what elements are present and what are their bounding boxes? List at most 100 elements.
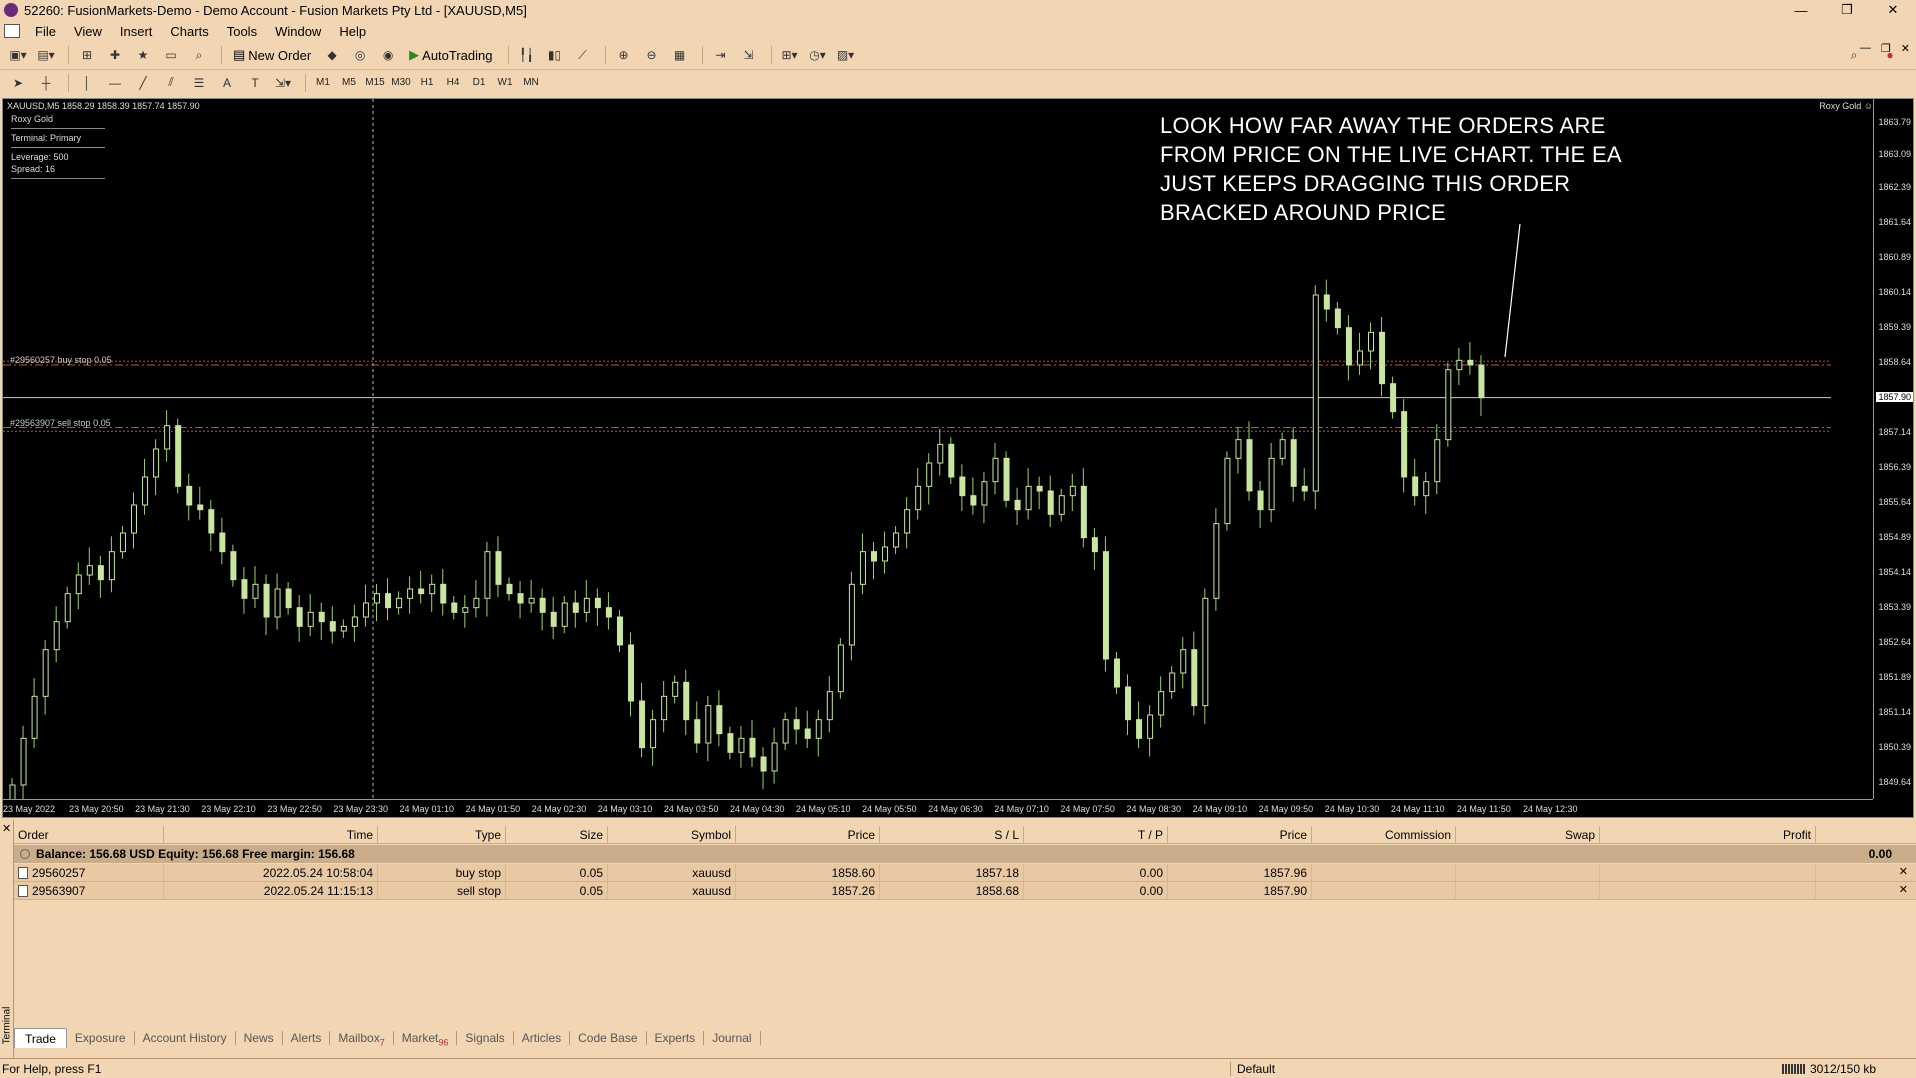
column-header[interactable]: T / P (1024, 826, 1168, 843)
timeframe-m15[interactable]: M15 (364, 72, 386, 94)
candlestick-plot[interactable] (3, 99, 1873, 799)
autotrading-button[interactable]: ▶ AutoTrading (404, 44, 497, 66)
candle-body (937, 443, 944, 464)
tab-code-base[interactable]: Code Base (570, 1031, 647, 1045)
time-tick-label: 24 May 10:30 (1324, 804, 1380, 814)
indicators-icon[interactable]: ⊞▾ (778, 44, 802, 66)
notifications-icon[interactable]: ● (1878, 44, 1902, 66)
column-header[interactable]: Time (164, 826, 378, 843)
equidistant-channel-icon[interactable]: ⫽ (159, 72, 183, 94)
navigator-icon[interactable]: ★ (131, 44, 155, 66)
new-chart-icon[interactable]: ▣▾ (6, 44, 30, 66)
order-row[interactable]: 29563907 2022.05.24 11:15:13 sell stop 0.05… (14, 882, 1916, 900)
profiles-icon[interactable]: ▤▾ (34, 44, 58, 66)
column-header[interactable]: Order (14, 826, 164, 843)
text-label-icon[interactable]: T (243, 72, 267, 94)
menu-tools[interactable]: Tools (218, 24, 266, 39)
cursor-icon[interactable]: ➤ (6, 72, 30, 94)
candle-body (1301, 485, 1308, 492)
menu-view[interactable]: View (65, 24, 111, 39)
chart-shift-icon[interactable]: ⇥ (709, 44, 733, 66)
tab-articles[interactable]: Articles (514, 1031, 571, 1045)
timeframe-m1[interactable]: M1 (312, 72, 334, 94)
tab-exposure[interactable]: Exposure (67, 1031, 135, 1045)
menu-window[interactable]: Window (266, 24, 330, 39)
horizontal-line-icon[interactable]: — (103, 72, 127, 94)
delete-order-icon[interactable]: ✕ (1899, 883, 1908, 896)
delete-order-icon[interactable]: ✕ (1899, 865, 1908, 878)
tab-trade[interactable]: Trade (14, 1028, 67, 1048)
vps-icon[interactable]: ◉ (376, 44, 400, 66)
menu-charts[interactable]: Charts (161, 24, 217, 39)
tab-journal[interactable]: Journal (704, 1031, 761, 1045)
tab-label: Trade (25, 1032, 56, 1046)
column-header[interactable]: S / L (880, 826, 1024, 843)
column-header[interactable]: Price (1168, 826, 1312, 843)
zoom-in-icon[interactable]: ⊕ (612, 44, 636, 66)
timeframe-mn[interactable]: MN (520, 72, 542, 94)
metaeditor-icon[interactable]: ◆ (320, 44, 344, 66)
tab-news[interactable]: News (236, 1031, 283, 1045)
column-header[interactable]: Type (378, 826, 506, 843)
order-row[interactable]: 29560257 2022.05.24 10:58:04 buy stop 0.05 x… (14, 864, 1916, 882)
terminal-icon[interactable]: ▭ (159, 44, 183, 66)
tile-windows-icon[interactable]: ▦ (668, 44, 692, 66)
tab-label: Signals (465, 1031, 505, 1045)
tab-label: Mailbox (338, 1031, 380, 1045)
vertical-line-icon[interactable]: │ (75, 72, 99, 94)
candle-body (373, 593, 380, 604)
line-chart-icon[interactable]: ⟋ (571, 44, 595, 66)
close-window-button[interactable]: ✕ (1870, 0, 1916, 20)
column-header[interactable]: Swap (1456, 826, 1600, 843)
fibonacci-icon[interactable]: ☰ (187, 72, 211, 94)
column-header[interactable]: Size (506, 826, 608, 843)
candle-body (252, 583, 259, 599)
tab-experts[interactable]: Experts (647, 1031, 705, 1045)
autoscroll-icon[interactable]: ⇲ (737, 44, 761, 66)
candle-body (274, 588, 281, 618)
chart-window-icon[interactable] (4, 24, 20, 38)
periods-icon[interactable]: ◷▾ (806, 44, 830, 66)
crosshair-icon[interactable]: ┼ (34, 72, 58, 94)
menu-insert[interactable]: Insert (111, 24, 162, 39)
bar-chart-icon[interactable]: ╿╽ (515, 44, 539, 66)
arrows-icon[interactable]: ⇲▾ (271, 72, 295, 94)
timeframe-w1[interactable]: W1 (494, 72, 516, 94)
timeframe-h1[interactable]: H1 (416, 72, 438, 94)
menu-file[interactable]: File (26, 24, 65, 39)
menu-help[interactable]: Help (330, 24, 375, 39)
strategy-tester-icon[interactable]: ⌕ (187, 44, 211, 66)
tab-signals[interactable]: Signals (457, 1031, 514, 1045)
candle-body (826, 691, 833, 721)
tab-market[interactable]: Market96 (394, 1031, 458, 1047)
signals-icon[interactable]: ◎ (348, 44, 372, 66)
column-header[interactable]: Price (736, 826, 880, 843)
candle-body (1356, 350, 1363, 366)
candle-body (318, 611, 325, 623)
column-header[interactable]: Profit (1600, 826, 1816, 843)
zoom-out-icon[interactable]: ⊖ (640, 44, 664, 66)
column-header[interactable]: Symbol (608, 826, 736, 843)
restore-button[interactable]: ❐ (1824, 0, 1870, 20)
timeframe-d1[interactable]: D1 (468, 72, 490, 94)
templates-icon[interactable]: ▨▾ (834, 44, 858, 66)
data-window-icon[interactable]: ✚ (103, 44, 127, 66)
timeframe-h4[interactable]: H4 (442, 72, 464, 94)
candle-body (340, 625, 347, 632)
search-icon[interactable]: ⌕ (1842, 44, 1866, 66)
price-chart[interactable]: XAUUSD,M5 1858.29 1858.39 1857.74 1857.9… (2, 98, 1914, 818)
text-icon[interactable]: A (215, 72, 239, 94)
tab-alerts[interactable]: Alerts (283, 1031, 331, 1045)
tab-account-history[interactable]: Account History (135, 1031, 236, 1045)
order-cell-type: buy stop (378, 864, 506, 881)
new-order-button[interactable]: ▤ New Order (228, 44, 316, 66)
tab-mailbox[interactable]: Mailbox7 (330, 1031, 394, 1047)
column-header[interactable]: Commission (1312, 826, 1456, 843)
candlestick-chart-icon[interactable]: ▮▯ (543, 44, 567, 66)
minimize-button[interactable]: — (1778, 0, 1824, 20)
trendline-icon[interactable]: ╱ (131, 72, 155, 94)
close-terminal-icon[interactable]: ✕ (2, 822, 11, 835)
timeframe-m30[interactable]: M30 (390, 72, 412, 94)
timeframe-m5[interactable]: M5 (338, 72, 360, 94)
market-watch-icon[interactable]: ⊞ (75, 44, 99, 66)
